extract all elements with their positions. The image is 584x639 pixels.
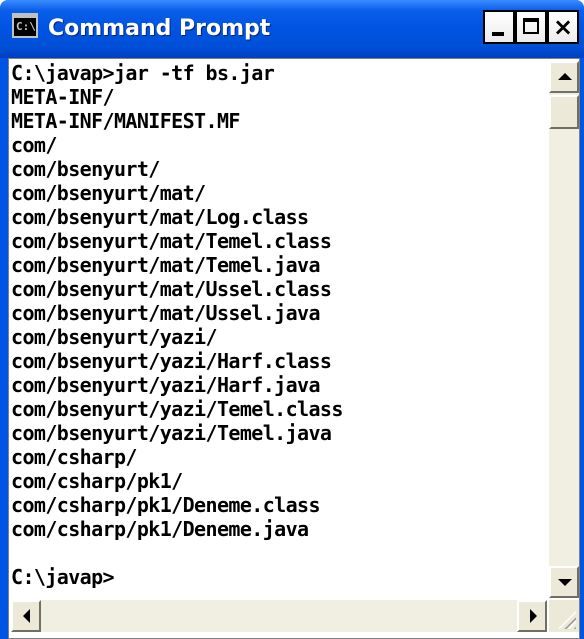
scroll-down-button[interactable] (549, 566, 579, 598)
console-line: com/csharp/pk1/Deneme.java (11, 517, 309, 541)
console-line: com/csharp/pk1/Deneme.class (11, 493, 321, 517)
close-icon: × (552, 13, 574, 41)
vertical-scroll-thumb[interactable] (549, 95, 579, 129)
close-button[interactable]: × (547, 10, 579, 44)
size-grip[interactable] (549, 600, 579, 632)
vertical-scrollbar[interactable] (549, 61, 579, 598)
horizontal-scrollbar[interactable] (11, 600, 547, 632)
maximize-icon (523, 18, 539, 34)
maximize-button[interactable] (515, 10, 547, 44)
scroll-left-button[interactable] (11, 600, 41, 632)
window-title: Command Prompt (48, 16, 271, 41)
console-line: com/bsenyurt/yazi/Temel.class (11, 397, 343, 421)
console-client-area: C:\javap>jar -tf bs.jar META-INF/META-INF… (8, 58, 580, 639)
arrow-right-icon (530, 609, 537, 623)
console-line: C:\javap> (11, 565, 115, 589)
arrow-left-icon (23, 609, 30, 623)
minimize-button[interactable] (483, 10, 515, 44)
console-line: com/bsenyurt/mat/Temel.java (11, 253, 321, 277)
minimize-icon (492, 32, 504, 36)
console-line: com/bsenyurt/yazi/ (11, 325, 218, 349)
console-app-icon[interactable]: C:\ (12, 13, 38, 38)
console-line: C:\javap>jar -tf bs.jar (11, 61, 275, 85)
console-line: com/bsenyurt/mat/Ussel.java (11, 301, 321, 325)
console-line: com/bsenyurt/yazi/Harf.java (11, 373, 321, 397)
console-line: com/ (11, 133, 57, 157)
console-line: com/csharp/pk1/ (11, 469, 183, 493)
console-line: com/bsenyurt/mat/ (11, 181, 206, 205)
console-line: META-INF/MANIFEST.MF (11, 109, 240, 133)
arrow-up-icon (558, 73, 572, 80)
console-output[interactable]: C:\javap>jar -tf bs.jar META-INF/META-INF… (11, 61, 547, 598)
console-line: com/bsenyurt/yazi/Harf.class (11, 349, 332, 373)
command-prompt-window: C:\ Command Prompt × C:\javap>jar -tf bs… (0, 0, 584, 639)
console-line: com/csharp/ (11, 445, 137, 469)
console-line: META-INF/ (11, 85, 115, 109)
console-line: com/bsenyurt/mat/Log.class (11, 205, 309, 229)
arrow-down-icon (558, 579, 572, 586)
title-bar[interactable]: C:\ Command Prompt × (0, 0, 584, 58)
console-line: com/bsenyurt/ (11, 157, 160, 181)
console-line: com/bsenyurt/mat/Temel.class (11, 229, 332, 253)
scroll-up-button[interactable] (549, 61, 579, 93)
console-line: com/bsenyurt/mat/Ussel.class (11, 277, 332, 301)
console-line: com/bsenyurt/yazi/Temel.java (11, 421, 332, 445)
scroll-right-button[interactable] (517, 600, 547, 632)
